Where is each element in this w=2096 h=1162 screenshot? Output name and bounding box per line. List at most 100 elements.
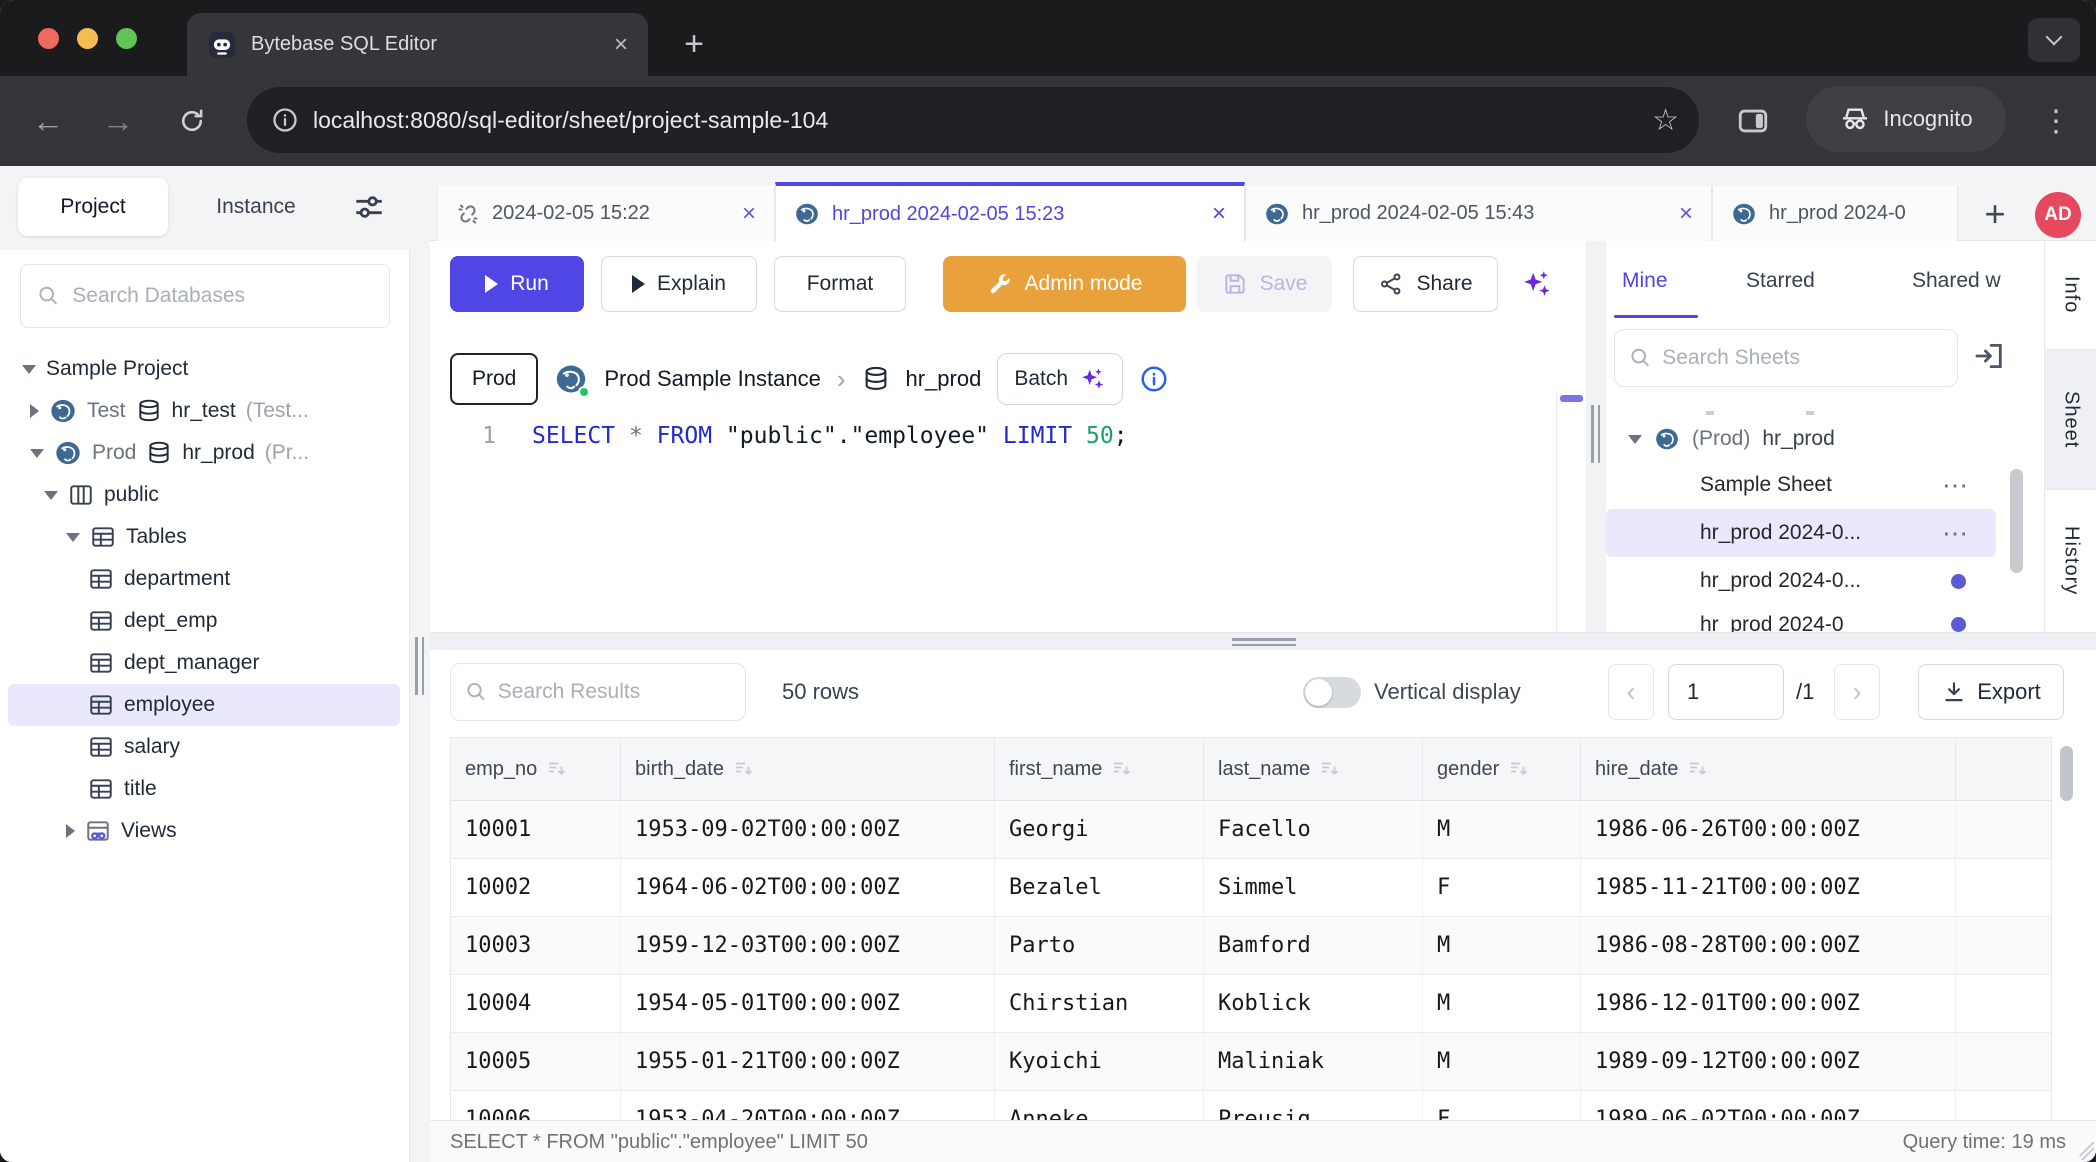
- cell-empty[interactable]: [1956, 917, 2051, 974]
- tree-item-table-salary[interactable]: salary: [0, 726, 410, 768]
- results-resize-handle[interactable]: [1232, 638, 1296, 649]
- database-search[interactable]: [20, 264, 390, 328]
- cell[interactable]: 1989-06-02T00:00:00Z: [1581, 1091, 1956, 1120]
- cell[interactable]: 1959-12-03T00:00:00Z: [621, 917, 995, 974]
- close-tab-icon[interactable]: ×: [1212, 200, 1226, 228]
- table-scrollbar-thumb[interactable]: [2060, 746, 2073, 801]
- address-bar[interactable]: localhost:8080/sql-editor/sheet/project-…: [247, 87, 1699, 153]
- cell[interactable]: Anneke: [995, 1091, 1204, 1120]
- url-text[interactable]: localhost:8080/sql-editor/sheet/project-…: [313, 87, 828, 153]
- editor-tab-3[interactable]: hr_prod 2024-02-05 15:43 ×: [1245, 186, 1712, 241]
- caret-down-icon[interactable]: [44, 491, 58, 500]
- format-button[interactable]: Format: [774, 256, 906, 312]
- close-tab-icon[interactable]: ×: [1679, 200, 1693, 228]
- cell[interactable]: Maliniak: [1204, 1033, 1423, 1090]
- new-tab-button[interactable]: +: [672, 22, 716, 66]
- cell[interactable]: Preusig: [1204, 1091, 1423, 1120]
- tree-item-instance-prod[interactable]: Prod hr_prod (Pr...: [0, 432, 410, 474]
- close-tab-icon[interactable]: ×: [742, 200, 756, 228]
- results-search[interactable]: [450, 663, 746, 721]
- minimize-window-button[interactable]: [77, 28, 98, 49]
- batch-button[interactable]: Batch: [997, 353, 1123, 405]
- table-row[interactable]: 10001 1953-09-02T00:00:00Z Georgi Facell…: [451, 801, 2051, 859]
- column-header-first-name[interactable]: first_name: [995, 738, 1204, 800]
- cell[interactable]: 10001: [451, 801, 621, 858]
- sheet-panel-resize-handle[interactable]: [1591, 405, 1600, 463]
- cell-empty[interactable]: [1956, 1091, 2051, 1120]
- cell[interactable]: Bamford: [1204, 917, 1423, 974]
- cell[interactable]: 1986-12-01T00:00:00Z: [1581, 975, 1956, 1032]
- sheet-menu-icon[interactable]: ⋯: [1942, 518, 1968, 549]
- sort-icon[interactable]: [1110, 757, 1134, 781]
- admin-mode-button[interactable]: Admin mode: [943, 256, 1186, 312]
- cell[interactable]: Kyoichi: [995, 1033, 1204, 1090]
- cell[interactable]: Facello: [1204, 801, 1423, 858]
- share-button[interactable]: Share: [1353, 256, 1498, 312]
- column-header-birth-date[interactable]: birth_date: [621, 738, 995, 800]
- instance-name[interactable]: Prod Sample Instance: [604, 366, 820, 392]
- sql-code[interactable]: SELECT * FROM "public"."employee" LIMIT …: [532, 423, 1128, 449]
- cell[interactable]: 1953-04-20T00:00:00Z: [621, 1091, 995, 1120]
- editor-scrollbar-thumb[interactable]: [1560, 395, 1583, 402]
- back-button[interactable]: ←: [24, 97, 72, 145]
- tree-item-schema-public[interactable]: public: [0, 474, 410, 516]
- caret-down-icon[interactable]: [22, 365, 36, 374]
- sheet-menu-icon[interactable]: ⋯: [1942, 470, 1968, 501]
- cell[interactable]: M: [1423, 917, 1581, 974]
- tree-item-tables-group[interactable]: Tables: [0, 516, 410, 558]
- tree-item-table-dept-emp[interactable]: dept_emp: [0, 600, 410, 642]
- cell[interactable]: 10006: [451, 1091, 621, 1120]
- sort-icon[interactable]: [545, 757, 569, 781]
- browser-menu-button[interactable]: ⋮: [2032, 97, 2080, 145]
- bookmark-star-icon[interactable]: ☆: [1652, 87, 1679, 153]
- info-icon[interactable]: [1139, 364, 1169, 394]
- cell[interactable]: M: [1423, 975, 1581, 1032]
- ai-assistant-button[interactable]: [1510, 256, 1562, 312]
- environment-chip[interactable]: Prod: [450, 353, 538, 405]
- resize-grip[interactable]: [2076, 1142, 2094, 1160]
- cell[interactable]: 1954-05-01T00:00:00Z: [621, 975, 995, 1032]
- reload-button[interactable]: [168, 97, 216, 145]
- tree-item-project[interactable]: Sample Project: [0, 348, 410, 390]
- caret-down-icon[interactable]: [30, 449, 44, 458]
- tree-item-views-group[interactable]: Views: [0, 810, 410, 852]
- cell[interactable]: 10004: [451, 975, 621, 1032]
- rail-tab-sheet[interactable]: Sheet: [2045, 350, 2096, 490]
- sheet-list-scrollbar[interactable]: [2010, 469, 2023, 573]
- editor-tab-1[interactable]: 2024-02-05 15:22 ×: [437, 186, 775, 241]
- tab-shared[interactable]: Shared w: [1912, 259, 2042, 303]
- editor-tab-4[interactable]: hr_prod 2024-0: [1712, 186, 1958, 241]
- cell[interactable]: 10003: [451, 917, 621, 974]
- tree-item-table-department[interactable]: department: [0, 558, 410, 600]
- sidebar-settings-button[interactable]: [352, 190, 386, 224]
- tree-item-instance-test[interactable]: Test hr_test (Test...: [0, 390, 410, 432]
- tab-mine[interactable]: Mine: [1622, 259, 1668, 303]
- tab-starred[interactable]: Starred: [1746, 259, 1815, 303]
- sort-icon[interactable]: [1507, 757, 1531, 781]
- maximize-window-button[interactable]: [116, 28, 137, 49]
- tree-item-table-title[interactable]: title: [0, 768, 410, 810]
- cell-empty[interactable]: [1956, 801, 2051, 858]
- prev-page-button[interactable]: ‹: [1608, 664, 1654, 720]
- sheet-group-prod-hr-prod[interactable]: (Prod) hr_prod: [1606, 417, 2044, 461]
- table-row[interactable]: 10006 1953-04-20T00:00:00Z Anneke Preusi…: [451, 1091, 2051, 1120]
- explain-button[interactable]: Explain: [601, 256, 757, 312]
- results-search-input[interactable]: [498, 680, 731, 704]
- cell[interactable]: Georgi: [995, 801, 1204, 858]
- cell[interactable]: 1986-06-26T00:00:00Z: [1581, 801, 1956, 858]
- vertical-display-toggle[interactable]: [1303, 677, 1361, 708]
- cell[interactable]: 1985-11-21T00:00:00Z: [1581, 859, 1956, 916]
- run-button[interactable]: Run: [450, 256, 584, 312]
- forward-button[interactable]: →: [94, 97, 142, 145]
- cell[interactable]: Simmel: [1204, 859, 1423, 916]
- cell[interactable]: Bezalel: [995, 859, 1204, 916]
- cell[interactable]: Chirstian: [995, 975, 1204, 1032]
- cell[interactable]: 1989-09-12T00:00:00Z: [1581, 1033, 1956, 1090]
- cell[interactable]: 10002: [451, 859, 621, 916]
- editor-tab-2-active[interactable]: hr_prod 2024-02-05 15:23 ×: [775, 182, 1245, 242]
- close-window-button[interactable]: [38, 28, 59, 49]
- cell[interactable]: 10005: [451, 1033, 621, 1090]
- browser-tab[interactable]: Bytebase SQL Editor ×: [187, 13, 648, 76]
- export-button[interactable]: Export: [1918, 664, 2064, 720]
- save-button[interactable]: Save: [1197, 256, 1332, 312]
